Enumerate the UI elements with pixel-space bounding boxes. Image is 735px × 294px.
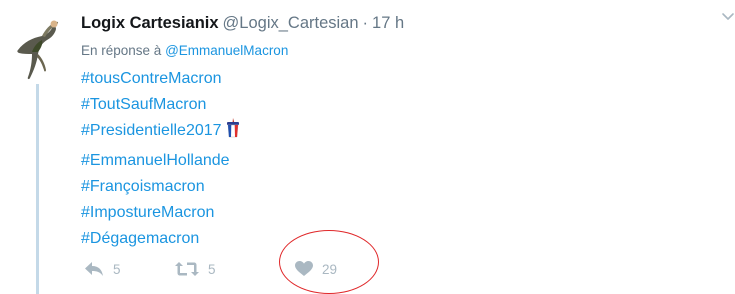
- hashtag-link[interactable]: #ToutSaufMacron: [81, 92, 240, 118]
- retweet-button[interactable]: 5: [175, 261, 295, 277]
- hashtag-link[interactable]: #Presidentielle2017: [81, 122, 222, 139]
- reply-count: 5: [113, 261, 121, 277]
- hashtag-line: #Presidentielle2017: [81, 118, 240, 147]
- thread-line: [36, 84, 39, 294]
- retweet-icon: [175, 261, 199, 277]
- reply-button[interactable]: 5: [84, 261, 175, 277]
- avatar[interactable]: [12, 12, 62, 82]
- french-flag-cup-icon: [226, 118, 240, 147]
- hashtag-link[interactable]: #Françoismacron: [81, 174, 240, 200]
- tweet-text: #tousContreMacron #ToutSaufMacron #Presi…: [81, 66, 240, 252]
- hashtag-link[interactable]: #ImpostureMacron: [81, 200, 240, 226]
- timestamp[interactable]: 17 h: [372, 14, 404, 33]
- tweet-header: Logix Cartesianix @Logix_Cartesian · 17 …: [81, 14, 404, 36]
- hashtag-link[interactable]: #EmmanuelHollande: [81, 148, 240, 174]
- retweet-count: 5: [208, 261, 216, 277]
- reply-to-link[interactable]: @EmmanuelMacron: [165, 43, 288, 58]
- chevron-down-icon[interactable]: [721, 10, 735, 24]
- separator-dot: ·: [362, 14, 369, 32]
- reply-context: En réponse à @EmmanuelMacron: [81, 43, 288, 58]
- display-name[interactable]: Logix Cartesianix: [81, 14, 219, 33]
- reply-prefix: En réponse à: [81, 43, 162, 58]
- hashtag-link[interactable]: #Dégagemacron: [81, 226, 240, 252]
- user-handle[interactable]: @Logix_Cartesian: [223, 14, 359, 33]
- hashtag-link[interactable]: #tousContreMacron: [81, 66, 240, 92]
- reply-arrow-icon: [84, 261, 104, 277]
- annotation-circle: [279, 230, 379, 294]
